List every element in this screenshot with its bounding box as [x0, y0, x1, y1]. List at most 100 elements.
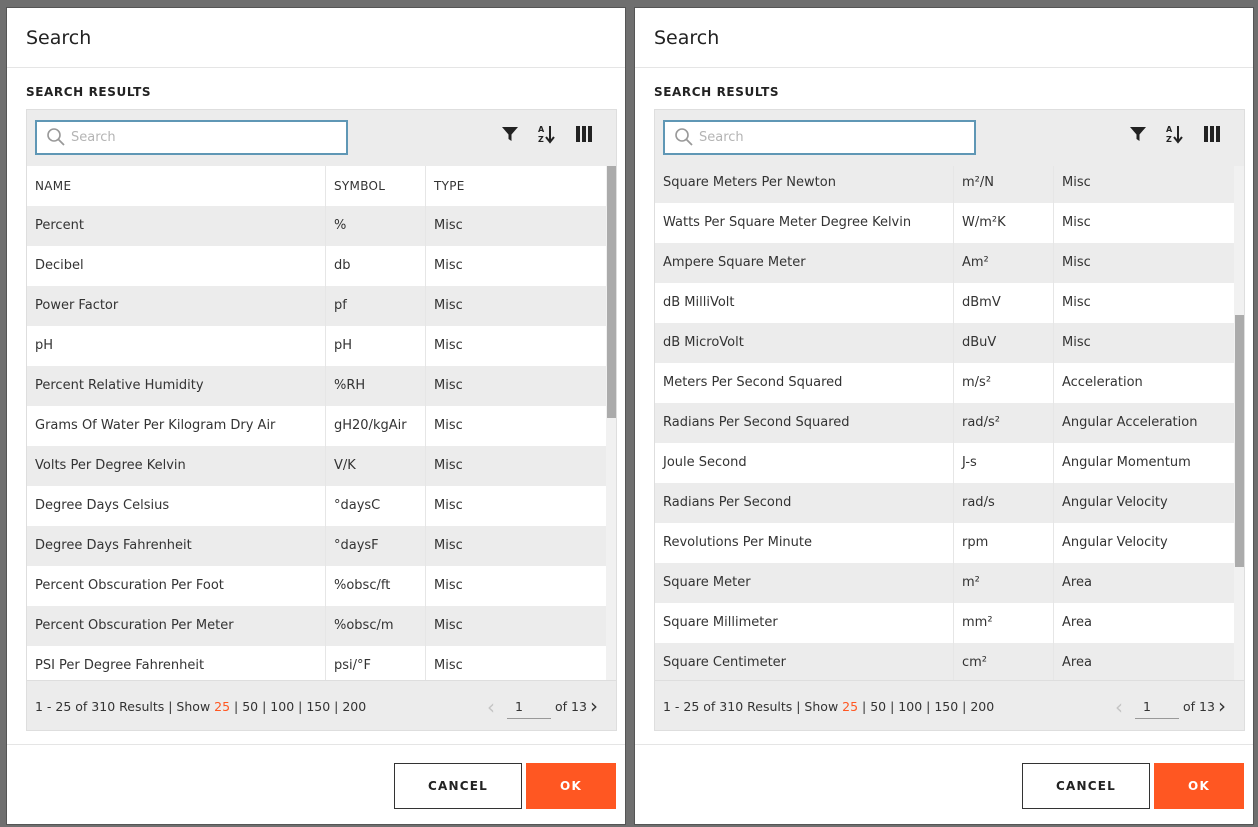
table-row[interactable]: PSI Per Degree Fahrenheit psi/°F Misc [27, 646, 606, 680]
table-row[interactable]: Watts Per Square Meter Degree Kelvin W/m²… [655, 203, 1234, 243]
search-box[interactable] [35, 120, 348, 155]
page-size-option[interactable]: 100 [270, 699, 294, 714]
table-row[interactable]: Degree Days Celsius °daysC Misc [27, 486, 606, 526]
symbol-cell: m² [953, 563, 1053, 603]
grid-toolbar: AZ [655, 110, 1244, 166]
symbol-cell: psi/°F [325, 646, 425, 680]
symbol-cell: Am² [953, 243, 1053, 283]
symbol-cell: °daysF [325, 526, 425, 566]
page-number-input[interactable] [507, 695, 551, 719]
type-cell: Misc [425, 606, 606, 646]
table-row[interactable]: Grams Of Water Per Kilogram Dry Air gH20/… [27, 406, 606, 446]
results-count: 1 - 25 of 310 Results | Show [35, 699, 215, 714]
cancel-button[interactable]: CANCEL [1022, 763, 1150, 809]
grid-rows: NAME SYMBOL TYPE Percent% Misc Decibel db Misc P… [27, 166, 606, 680]
table-row[interactable]: Square Meter m² Area [655, 563, 1234, 603]
search-icon [675, 128, 693, 146]
section-label: SEARCH RESULTS [26, 85, 152, 99]
scrollbar-thumb[interactable] [1235, 315, 1244, 567]
type-cell: Misc [1053, 323, 1234, 363]
page-size-option[interactable]: 50 [870, 699, 886, 714]
symbol-cell: m/s² [953, 363, 1053, 403]
table-row[interactable]: dB MicroVolt dBuV Misc [655, 323, 1234, 363]
filter-icon[interactable] [1128, 124, 1148, 144]
table-row[interactable]: Meters Per Second Squared m/s² Acceleratio… [655, 363, 1234, 403]
ok-button[interactable]: OK [526, 763, 616, 809]
table-row[interactable]: Square Millimeter mm² Area [655, 603, 1234, 643]
page-size-option[interactable]: 150 [934, 699, 958, 714]
column-header[interactable]: TYPE [425, 166, 606, 206]
symbol-cell: db [325, 246, 425, 286]
page-size-option[interactable]: 100 [898, 699, 922, 714]
table-row[interactable]: Percent Obscuration Per Foot %obsc/ft Misc [27, 566, 606, 606]
table-row[interactable]: Power Factor pf Misc [27, 286, 606, 326]
scrollbar-thumb[interactable] [607, 166, 616, 418]
sort-az-icon[interactable]: AZ [1165, 124, 1185, 144]
table-row[interactable]: Square Meters Per Newton m²/N Misc [655, 166, 1234, 203]
svg-text:Z: Z [1166, 135, 1172, 144]
table-row[interactable]: Revolutions Per Minute rpm Angular Velocit… [655, 523, 1234, 563]
page-size-option[interactable]: 25 [214, 699, 230, 714]
next-page-button[interactable]: › [590, 694, 598, 718]
table-row[interactable]: Radians Per Second rad/s Angular Velocity [655, 483, 1234, 523]
page-size-option[interactable]: 50 [242, 699, 258, 714]
page-size-option[interactable]: 25 [842, 699, 858, 714]
search-dialog: SearchSEARCH RESULTSAZNAMESYMBOLTYPEPerc… [6, 7, 626, 825]
type-cell: Angular Momentum [1053, 443, 1234, 483]
table-row[interactable]: Square Centimeter cm² Area [655, 643, 1234, 680]
symbol-cell: °daysC [325, 486, 425, 526]
title-divider [7, 67, 625, 68]
table-row[interactable]: Ampere Square Meter Am² Misc [655, 243, 1234, 283]
page-size-option[interactable]: 200 [342, 699, 366, 714]
grid-footer: 1 - 25 of 310 Results | Show 25 | 50 | 1… [655, 680, 1244, 730]
cancel-button[interactable]: CANCEL [394, 763, 522, 809]
scrollbar[interactable] [1234, 166, 1244, 680]
name-cell: dB MilliVolt [663, 295, 735, 310]
type-cell: Misc [425, 366, 606, 406]
page-size-option[interactable]: 150 [306, 699, 330, 714]
table-row[interactable]: Percent Relative Humidity %RH Misc [27, 366, 606, 406]
page-size-option[interactable]: 200 [970, 699, 994, 714]
column-header[interactable]: SYMBOL [325, 166, 425, 206]
table-row[interactable]: Joule Second J-s Angular Momentum [655, 443, 1234, 483]
type-cell: Misc [1053, 203, 1234, 243]
table-row[interactable]: pH pH Misc [27, 326, 606, 366]
type-cell: Misc [425, 206, 606, 246]
name-cell: Decibel [35, 258, 84, 273]
prev-page-button[interactable]: ‹ [487, 695, 495, 719]
page-number-input[interactable] [1135, 695, 1179, 719]
scrollbar[interactable] [606, 166, 616, 680]
svg-text:Z: Z [538, 135, 544, 144]
name-cell: Grams Of Water Per Kilogram Dry Air [35, 418, 276, 433]
table-row[interactable]: Decibel db Misc [27, 246, 606, 286]
type-cell: Misc [425, 246, 606, 286]
name-cell: Ampere Square Meter [663, 255, 806, 270]
table-row[interactable]: Volts Per Degree Kelvin V/K Misc [27, 446, 606, 486]
search-input[interactable] [699, 125, 969, 150]
search-box[interactable] [663, 120, 976, 155]
name-cell: Radians Per Second [663, 495, 792, 510]
ok-button[interactable]: OK [1154, 763, 1244, 809]
sort-az-icon[interactable]: AZ [537, 124, 557, 144]
dialog-title: Search [26, 27, 92, 49]
svg-text:A: A [1166, 125, 1173, 134]
results-grid: AZ Square Meters Per Newtonm²/NMiscWatts … [654, 109, 1245, 731]
type-cell: Misc [425, 526, 606, 566]
next-page-button[interactable]: › [1218, 694, 1226, 718]
results-summary: 1 - 25 of 310 Results | Show 25 | 50 | 1… [35, 699, 367, 714]
table-row[interactable]: Degree Days Fahrenheit °daysF Misc [27, 526, 606, 566]
column-header[interactable]: NAME [27, 166, 325, 206]
search-input[interactable] [71, 125, 341, 150]
columns-icon[interactable] [1202, 124, 1222, 144]
name-cell: pH [35, 338, 54, 353]
table-row[interactable]: Percent% Misc [27, 206, 606, 246]
table-row[interactable]: Percent Obscuration Per Meter %obsc/m Misc [27, 606, 606, 646]
symbol-cell: rad/s² [953, 403, 1053, 443]
filter-icon[interactable] [500, 124, 520, 144]
type-cell: Misc [425, 446, 606, 486]
columns-icon[interactable] [574, 124, 594, 144]
table-row[interactable]: dB MilliVolt dBmV Misc [655, 283, 1234, 323]
symbol-cell: %obsc/m [325, 606, 425, 646]
prev-page-button[interactable]: ‹ [1115, 695, 1123, 719]
table-row[interactable]: Radians Per Second Squared rad/s² Angular … [655, 403, 1234, 443]
